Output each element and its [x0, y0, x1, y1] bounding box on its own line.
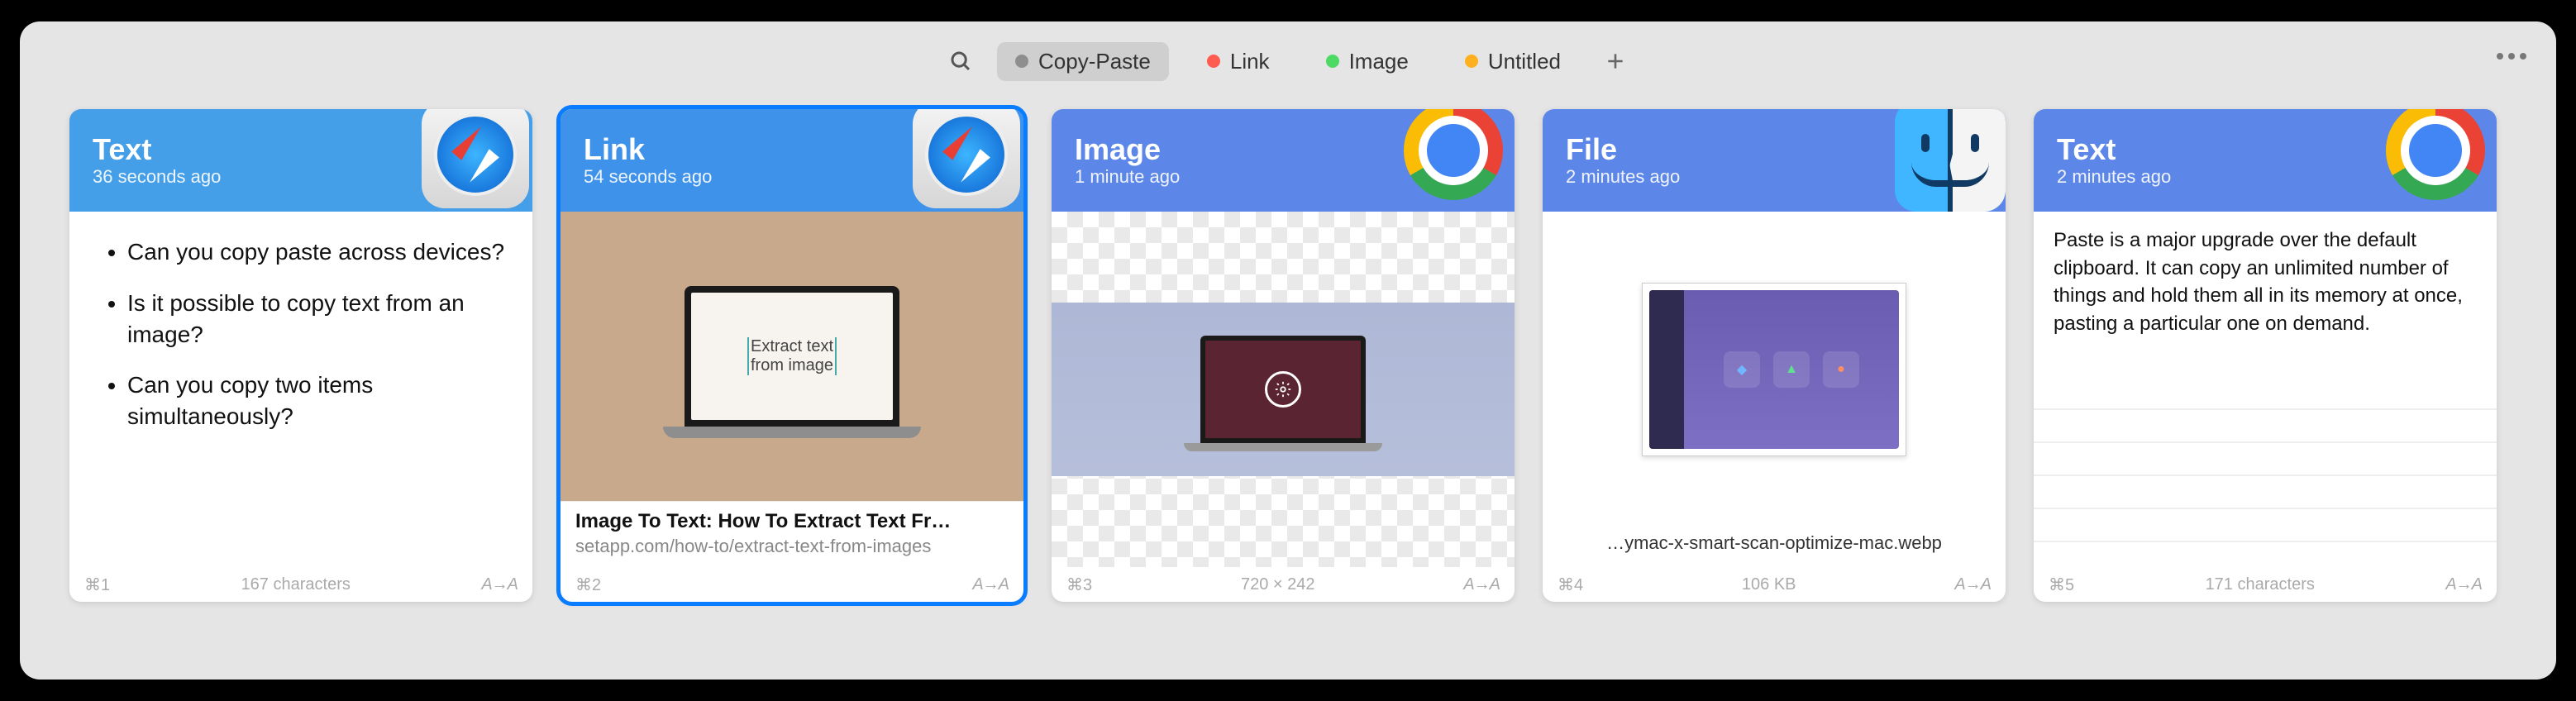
transform-icon: A→A — [481, 575, 518, 594]
card-time: 2 minutes ago — [2057, 166, 2171, 188]
tag-dot — [1015, 55, 1028, 68]
preview-text: from image — [747, 356, 837, 375]
link-url: setapp.com/how-to/extract-text-from-imag… — [575, 535, 1009, 558]
tag-untitled[interactable]: Untitled — [1447, 42, 1579, 81]
ruled-lines — [2034, 377, 2497, 567]
card-footer: ⌘1 167 characters A→A — [69, 567, 532, 602]
safari-icon — [913, 109, 1023, 212]
tag-image[interactable]: Image — [1308, 42, 1427, 81]
clip-card-image[interactable]: Image 1 minute ago ⌘3 720 × 242 A→A — [1052, 109, 1515, 602]
card-type: Text — [93, 133, 221, 166]
link-preview-image: Extract text from image — [561, 212, 1023, 501]
card-body: Paste is a major upgrade over the defaul… — [2034, 212, 2497, 567]
tag-link[interactable]: Link — [1189, 42, 1288, 81]
file-thumbnail: ◆ ▲ ● — [1642, 283, 1906, 456]
plus-icon — [1605, 50, 1626, 72]
transform-icon: A→A — [972, 575, 1009, 594]
tag-label: Untitled — [1488, 49, 1561, 74]
tag-dot — [1207, 55, 1220, 68]
more-menu-button[interactable] — [2497, 53, 2526, 60]
gear-icon — [1265, 371, 1301, 408]
tag-label: Copy-Paste — [1038, 49, 1151, 74]
tag-copy-paste[interactable]: Copy-Paste — [997, 42, 1169, 81]
card-header: Image 1 minute ago — [1052, 109, 1515, 212]
chrome-icon — [2386, 109, 2497, 212]
card-body: Can you copy paste across devices? Is it… — [69, 212, 532, 567]
card-body: ◆ ▲ ● …ymac-x-smart-scan-optimize-mac.we… — [1543, 212, 2006, 567]
card-type: Link — [584, 133, 712, 166]
tag-label: Link — [1230, 49, 1270, 74]
chrome-icon — [1404, 109, 1515, 212]
card-footer: ⌘3 720 × 242 A→A — [1052, 567, 1515, 602]
transform-icon: A→A — [2445, 575, 2482, 594]
card-type: Text — [2057, 133, 2171, 166]
card-time: 36 seconds ago — [93, 166, 221, 188]
preview-text: Extract text — [747, 337, 837, 356]
card-meta: 720 × 242 — [1092, 575, 1463, 594]
clip-card-text-1[interactable]: Text 36 seconds ago Can you copy paste a… — [69, 109, 532, 602]
card-shortcut: ⌘2 — [575, 575, 601, 595]
text-bullet: Can you copy paste across devices? — [127, 236, 514, 268]
card-footer: ⌘5 171 characters A→A — [2034, 567, 2497, 602]
card-shortcut: ⌘5 — [2049, 575, 2074, 595]
card-time: 2 minutes ago — [1566, 166, 1680, 188]
toolbar: Copy-Paste Link Image Untitled — [20, 21, 2556, 101]
tag-label: Image — [1349, 49, 1409, 74]
card-meta: 167 characters — [110, 575, 481, 594]
text-bullet: Is it possible to copy text from an imag… — [127, 288, 514, 350]
card-header: Link 54 seconds ago — [561, 109, 1023, 212]
tag-dot — [1326, 55, 1339, 68]
search-icon — [948, 49, 973, 74]
text-paragraph: Paste is a major upgrade over the defaul… — [2054, 227, 2477, 337]
tag-dot — [1465, 55, 1478, 68]
card-type: File — [1566, 133, 1680, 166]
safari-icon — [422, 109, 532, 212]
card-shortcut: ⌘1 — [84, 575, 110, 595]
finder-icon — [1895, 109, 2006, 212]
search-button[interactable] — [944, 45, 977, 78]
card-meta: 106 KB — [1583, 575, 1954, 594]
transform-icon: A→A — [1463, 575, 1500, 594]
add-tag-button[interactable] — [1599, 45, 1632, 78]
card-type: Image — [1075, 133, 1180, 166]
transform-icon: A→A — [1954, 575, 1991, 594]
card-header: Text 36 seconds ago — [69, 109, 532, 212]
card-shortcut: ⌘4 — [1558, 575, 1583, 595]
card-shortcut: ⌘3 — [1066, 575, 1092, 595]
card-body — [1052, 212, 1515, 567]
card-footer: ⌘4 106 KB A→A — [1543, 567, 2006, 602]
clip-card-file[interactable]: File 2 minutes ago ◆ ▲ ● — [1543, 109, 2006, 602]
card-meta: 171 characters — [2074, 575, 2445, 594]
ellipsis-icon — [2497, 53, 2503, 60]
image-preview — [1052, 303, 1515, 476]
clip-card-text-2[interactable]: Text 2 minutes ago Paste is a major upgr… — [2034, 109, 2497, 602]
link-title: Image To Text: How To Extract Text Fr… — [575, 510, 1009, 533]
clipboard-cards-row: Text 36 seconds ago Can you copy paste a… — [20, 101, 2556, 680]
card-time: 1 minute ago — [1075, 166, 1180, 188]
card-header: Text 2 minutes ago — [2034, 109, 2497, 212]
card-header: File 2 minutes ago — [1543, 109, 2006, 212]
clip-card-link[interactable]: Link 54 seconds ago Extract text from im… — [561, 109, 1023, 602]
card-footer: ⌘2 A→A — [561, 567, 1023, 602]
card-body: Extract text from image Image To Text: H… — [561, 212, 1023, 567]
file-name: …ymac-x-smart-scan-optimize-mac.webp — [1591, 527, 1957, 559]
text-bullet: Can you copy two items simultaneously? — [127, 370, 514, 432]
card-time: 54 seconds ago — [584, 166, 712, 188]
app-window: Copy-Paste Link Image Untitled — [20, 21, 2556, 680]
